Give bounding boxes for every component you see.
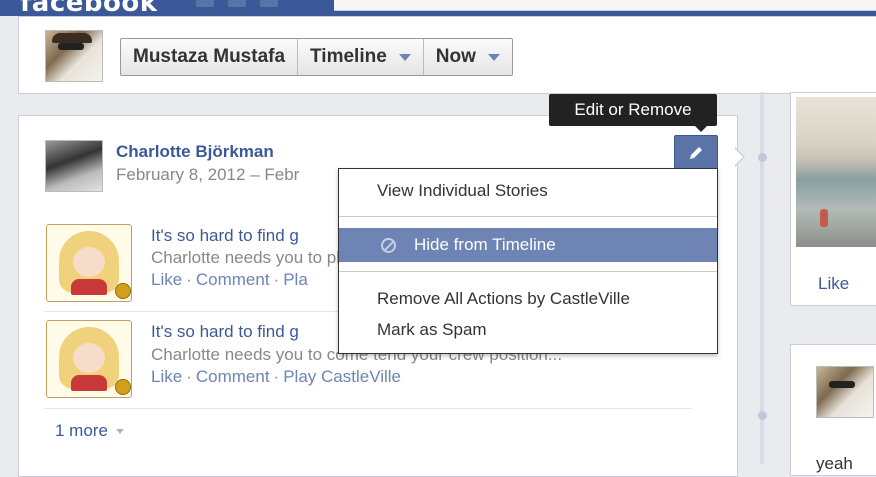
right-partial-text: yeah xyxy=(816,454,853,473)
menu-item-view-individual-stories[interactable]: View Individual Stories xyxy=(339,175,717,207)
right-like-link[interactable]: Like xyxy=(818,274,849,294)
breadcrumb-timeline-label: Timeline xyxy=(310,46,387,67)
menu-item-mark-as-spam[interactable]: Mark as Spam xyxy=(339,314,717,346)
story-divider xyxy=(44,408,692,409)
castleville-app-icon[interactable] xyxy=(46,320,132,398)
breadcrumb-name: Mustaza Mustafa xyxy=(133,46,286,67)
like-link[interactable]: Like xyxy=(151,367,182,386)
action-separator: · xyxy=(273,367,280,386)
story-item-description: Charlotte needs you to pl xyxy=(151,248,341,267)
story-item-title[interactable]: It's so hard to find g xyxy=(151,322,299,342)
messages-icon[interactable] xyxy=(228,0,246,7)
right-avatar[interactable] xyxy=(816,366,874,418)
story-item-actions: Like · Comment · Pla xyxy=(151,270,308,290)
avatar-glasses xyxy=(829,381,855,388)
beach-photo[interactable] xyxy=(796,97,876,247)
photo-person xyxy=(820,209,828,227)
author-avatar[interactable] xyxy=(45,140,103,192)
story-date[interactable]: February 8, 2012 – Febr xyxy=(116,165,299,185)
icon-face xyxy=(73,343,105,373)
caret-down-icon xyxy=(115,429,124,435)
notification-icons xyxy=(196,0,316,8)
pencil-icon xyxy=(690,147,702,159)
menu-separator xyxy=(339,271,717,272)
like-link[interactable]: Like xyxy=(151,270,182,289)
menu-item-label: View Individual Stories xyxy=(377,181,548,200)
tooltip-text: Edit or Remove xyxy=(574,100,692,119)
menu-item-remove-all-actions[interactable]: Remove All Actions by CastleVille xyxy=(339,283,717,315)
menu-item-label: Hide from Timeline xyxy=(414,235,556,254)
breadcrumb-name-button[interactable]: Mustaza Mustafa xyxy=(121,39,299,75)
comment-link[interactable]: Comment xyxy=(196,367,270,386)
icon-face xyxy=(73,247,105,277)
play-app-link[interactable]: Play CastleVille xyxy=(283,367,401,386)
menu-item-label: Mark as Spam xyxy=(377,320,487,339)
top-navigation-bar: facebook xyxy=(0,0,876,18)
play-app-link[interactable]: Pla xyxy=(283,270,308,289)
friend-requests-icon[interactable] xyxy=(196,0,214,7)
avatar-hair xyxy=(52,33,92,43)
tooltip-tail xyxy=(695,126,707,132)
breadcrumb-period-label: Now xyxy=(435,46,476,67)
breadcrumb-period-button[interactable]: Now xyxy=(424,39,512,75)
caret-down-icon xyxy=(398,53,411,61)
menu-separator xyxy=(339,216,717,217)
breadcrumb-timeline-button[interactable]: Timeline xyxy=(298,39,424,75)
comment-link[interactable]: Comment xyxy=(196,270,270,289)
avatar-glasses xyxy=(58,43,84,50)
notifications-icon[interactable] xyxy=(260,0,278,7)
edit-remove-button[interactable] xyxy=(674,135,718,171)
timeline-dot xyxy=(758,411,767,420)
timeline-spine xyxy=(760,92,764,464)
castleville-app-icon[interactable] xyxy=(46,224,132,302)
icon-shirt xyxy=(71,375,107,391)
icon-shirt xyxy=(71,279,107,295)
menu-item-label: Remove All Actions by CastleVille xyxy=(377,289,630,308)
story-item-title[interactable]: It's so hard to find g xyxy=(151,226,299,246)
caret-down-icon xyxy=(487,53,500,61)
action-separator: · xyxy=(186,270,192,289)
author-name-link[interactable]: Charlotte Björkman xyxy=(116,142,274,162)
more-stories-link[interactable]: 1 more xyxy=(55,421,124,441)
edit-remove-tooltip: Edit or Remove xyxy=(549,94,717,126)
breadcrumb: Mustaza Mustafa Timeline Now xyxy=(120,38,513,76)
app-badge-icon xyxy=(115,379,131,395)
action-separator: · xyxy=(186,367,192,386)
app-badge-icon xyxy=(115,283,131,299)
edit-remove-menu: View Individual Stories Hide from Timeli… xyxy=(338,168,718,354)
action-separator: · xyxy=(273,270,280,289)
story-item-actions: Like · Comment · Play CastleVille xyxy=(151,367,401,387)
menu-item-hide-from-timeline[interactable]: Hide from Timeline xyxy=(339,228,717,262)
timeline-dot xyxy=(758,153,767,162)
search-area[interactable] xyxy=(334,0,876,11)
profile-avatar[interactable] xyxy=(45,30,103,82)
ban-icon xyxy=(381,237,396,253)
card-pointer-inner xyxy=(734,148,743,166)
more-label: 1 more xyxy=(55,421,108,440)
